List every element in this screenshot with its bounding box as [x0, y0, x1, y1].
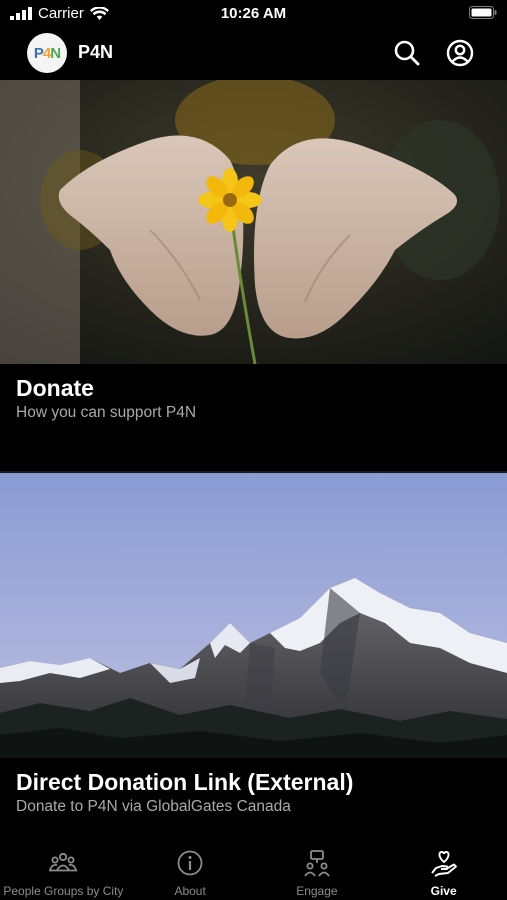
- app-title: P4N: [78, 42, 114, 62]
- tab-give-label: Give: [430, 884, 457, 898]
- tab-people-groups[interactable]: People Groups by City: [0, 835, 127, 900]
- donate-card-subtitle: How you can support P4N: [16, 404, 197, 421]
- tab-give[interactable]: Give: [380, 835, 507, 900]
- status-time: 10:26 AM: [220, 5, 287, 22]
- direct-donation-card-image: [0, 473, 507, 758]
- app-header: P4N P4N: [0, 28, 507, 80]
- search-button[interactable]: [392, 38, 422, 68]
- app-logo: P4N: [27, 33, 67, 73]
- profile-button[interactable]: [445, 38, 475, 68]
- direct-donation-card[interactable]: Direct Donation Link (External) Donate t…: [0, 473, 507, 835]
- tab-people-groups-label: People Groups by City: [3, 884, 124, 898]
- donate-card-image: [0, 80, 507, 364]
- donate-card[interactable]: Donate How you can support P4N: [0, 80, 507, 472]
- logo-letter-p: P: [33, 44, 44, 62]
- search-icon: [394, 40, 420, 66]
- people-group-icon: [49, 852, 78, 872]
- logo-digit-4: 4: [42, 44, 51, 62]
- battery-icon: [469, 6, 497, 24]
- engage-icon: [304, 850, 330, 877]
- logo-letter-n: N: [50, 44, 61, 62]
- direct-donation-card-subtitle: Donate to P4N via GlobalGates Canada: [16, 798, 291, 815]
- tab-about[interactable]: About: [127, 835, 254, 900]
- tab-bar: People Groups by City About Engage Give: [0, 835, 507, 900]
- direct-donation-card-title: Direct Donation Link (External): [16, 769, 354, 795]
- info-icon: [177, 850, 203, 876]
- account-circle-icon: [446, 39, 474, 67]
- tab-engage[interactable]: Engage: [254, 835, 381, 900]
- donate-card-title: Donate: [16, 375, 94, 401]
- tab-engage-label: Engage: [296, 884, 338, 898]
- tab-about-label: About: [174, 884, 206, 898]
- status-bar: Carrier 10:26 AM: [0, 0, 507, 28]
- give-hand-heart-icon: [430, 851, 457, 877]
